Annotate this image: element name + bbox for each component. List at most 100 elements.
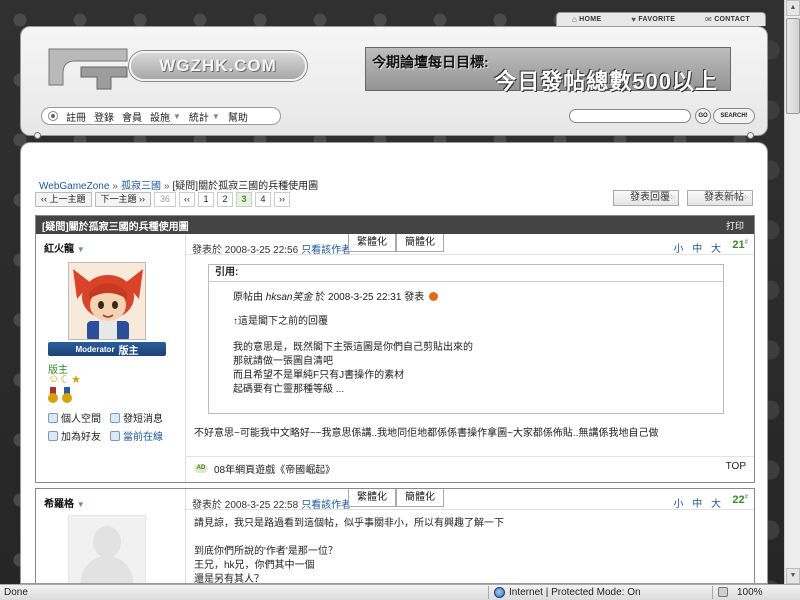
ad-line: AD 08年網頁遊戲《帝國崛起》	[194, 461, 335, 476]
search-input[interactable]	[570, 110, 690, 122]
avatar-image	[69, 263, 145, 339]
scroll-up-icon[interactable]: ▲	[786, 0, 800, 16]
page-first[interactable]: ‹‹	[179, 192, 195, 207]
page-2[interactable]: 2	[217, 192, 233, 207]
menu-members[interactable]: 會員	[122, 109, 142, 124]
home-icon	[48, 412, 58, 423]
envelope-icon: ✉	[705, 15, 713, 24]
next-thread-button[interactable]: 下一主題 ››	[94, 192, 151, 207]
site-header: WGZHK.COM 今期論壇每日目標: 今日發帖總數500以上 註冊 登錄 會員…	[20, 26, 768, 136]
thread-header: [疑問]關於孤寂三國的兵種使用圖 打印	[36, 216, 754, 234]
reply-button[interactable]: 發表回覆	[613, 190, 679, 206]
post-text: 不好意思~可能我中文略好~~我意思係講..我地同佢地都係係書操作拿圖~大家都係佈…	[194, 428, 659, 439]
banner-line2: 今日發帖總數500以上	[494, 69, 718, 94]
author-panel: 紅火龍 ▼ Moderator 版主 版主 ☺ ☾ ★ 個人空間 發短消息 加為…	[36, 234, 186, 482]
breadcrumb: WebGameZone» 孤寂三國» [疑問]關於孤寂三國的兵種使用圖	[39, 181, 319, 192]
thread-title: [疑問]關於孤寂三國的兵種使用圖	[42, 221, 189, 233]
post-header-divider	[186, 509, 754, 510]
print-link[interactable]: 打印	[726, 219, 744, 232]
menu-login[interactable]: 登錄	[94, 109, 114, 124]
chevron-down-icon[interactable]: ▼	[173, 112, 181, 121]
author-links: 個人空間 發短消息 加為好友 當前在線	[48, 410, 176, 443]
search-button[interactable]: SEARCH!	[713, 108, 755, 124]
font-size-switch[interactable]: 小 中 大	[673, 495, 724, 510]
menu-stats[interactable]: 統計	[189, 109, 209, 124]
logo-mark[interactable]	[41, 43, 131, 91]
prev-thread-button[interactable]: ‹‹ 上一主題	[35, 192, 92, 207]
ad-badge: AD	[194, 464, 208, 473]
post-body: 發表於 2008-3-25 22:56 只看該作者 繁體化 簡體化 小 中 大 2…	[186, 234, 754, 482]
page-3-current: 3	[236, 192, 252, 207]
tab-traditional[interactable]: 繁體化	[348, 489, 396, 507]
quote-line: 而且希望不是單純F只有J書操作的素材	[233, 370, 405, 381]
scroll-thumb[interactable]	[786, 18, 800, 114]
avatar	[68, 515, 146, 583]
floor-number: 22#	[732, 494, 748, 506]
floor-number: 21#	[732, 239, 748, 251]
favorite-link[interactable]: ♥ FAVORITE	[631, 15, 675, 24]
message-icon	[110, 412, 120, 423]
back-to-top-link[interactable]: TOP	[726, 461, 746, 472]
security-zone[interactable]: Internet | Protected Mode: On	[494, 585, 641, 600]
divider-knob-icon	[747, 132, 754, 139]
menu-help[interactable]: 幫助	[228, 109, 248, 124]
quote-block: 引用: 原帖由 hksan笑金 於 2008-3-25 22:31 發表 ↑這是…	[208, 264, 724, 414]
menu-register[interactable]: 註冊	[66, 109, 86, 124]
breadcrumb-home[interactable]: WebGameZone	[39, 181, 109, 192]
quote-body: 原帖由 hksan笑金 於 2008-3-25 22:31 發表 ↑這是閣下之前…	[233, 291, 473, 397]
breadcrumb-forum[interactable]: 孤寂三國	[121, 181, 161, 192]
goto-post-icon[interactable]	[428, 292, 438, 301]
author-name[interactable]: 紅火龍 ▼	[44, 240, 85, 255]
status-text: Done	[4, 587, 28, 598]
online-icon	[110, 430, 120, 441]
tab-simplified[interactable]: 簡體化	[396, 234, 444, 252]
chevron-down-icon: ▼	[76, 500, 85, 509]
author-panel: 希羅格 ▼	[36, 489, 186, 583]
chevron-down-icon: ▼	[76, 245, 85, 254]
browser-statusbar: Done Internet | Protected Mode: On 100%	[0, 584, 800, 600]
home-icon: ⌂	[571, 15, 578, 24]
home-link[interactable]: ⌂ HOME	[572, 15, 601, 24]
zoom-level[interactable]: 100%	[737, 585, 763, 600]
page-count: 36	[154, 192, 176, 207]
go-button[interactable]: GO	[695, 108, 711, 124]
medal-icon	[48, 387, 58, 403]
medal-icon	[62, 387, 72, 403]
add-friend-icon	[48, 430, 58, 441]
promo-banner[interactable]: 今期論壇每日目標: 今日發帖總數500以上	[365, 47, 731, 94]
top-links: ⌂ HOME ♥ FAVORITE ✉ CONTACT	[556, 12, 766, 26]
status-divider	[712, 586, 713, 599]
medals	[48, 387, 72, 403]
header-divider	[34, 131, 754, 141]
ad-link[interactable]: 08年網頁遊戲《帝國崛起》	[214, 461, 335, 476]
logo-text[interactable]: WGZHK.COM	[129, 51, 307, 81]
banner-line1: 今期論壇每日目標:	[372, 54, 489, 70]
tab-simplified[interactable]: 簡體化	[396, 489, 444, 507]
menu-bullet-icon	[48, 111, 58, 121]
quote-title: 引用:	[209, 265, 723, 282]
scroll-down-icon[interactable]: ▼	[786, 568, 800, 584]
post-22: 希羅格 ▼ 發表於 2008-3-25 22:58 只看該作者 繁體化 簡體化 小…	[35, 488, 755, 583]
post-footer-divider	[186, 456, 754, 457]
font-size-switch[interactable]: 小 中 大	[673, 240, 724, 255]
quote-line: 起碼要有亡靈那種等級 ...	[233, 384, 345, 395]
status-divider	[488, 586, 489, 599]
vertical-scrollbar[interactable]: ▲ ▼	[784, 0, 800, 584]
main-content: WebGameZone» 孤寂三國» [疑問]關於孤寂三國的兵種使用圖 ‹‹ 上一主…	[20, 142, 768, 584]
user-space-link[interactable]: 個人空間	[48, 410, 110, 425]
contact-link[interactable]: ✉ CONTACT	[705, 15, 750, 24]
smiley-icon: ☺	[48, 373, 60, 385]
author-name[interactable]: 希羅格 ▼	[44, 495, 85, 510]
tab-traditional[interactable]: 繁體化	[348, 234, 396, 252]
quote-origin: 原帖由 hksan笑金 於 2008-3-25 22:31 發表	[233, 291, 473, 305]
new-thread-button[interactable]: 發表新帖	[687, 190, 753, 206]
chevron-down-icon[interactable]: ▼	[212, 112, 220, 121]
divider-knob-icon	[34, 132, 41, 139]
online-status: 當前在線	[110, 428, 176, 443]
page-1[interactable]: 1	[198, 192, 214, 207]
menu-facilities[interactable]: 設施	[150, 109, 170, 124]
page-next[interactable]: ››	[274, 192, 290, 207]
page-4[interactable]: 4	[255, 192, 271, 207]
add-friend-link[interactable]: 加為好友	[48, 428, 110, 443]
send-message-link[interactable]: 發短消息	[110, 410, 176, 425]
